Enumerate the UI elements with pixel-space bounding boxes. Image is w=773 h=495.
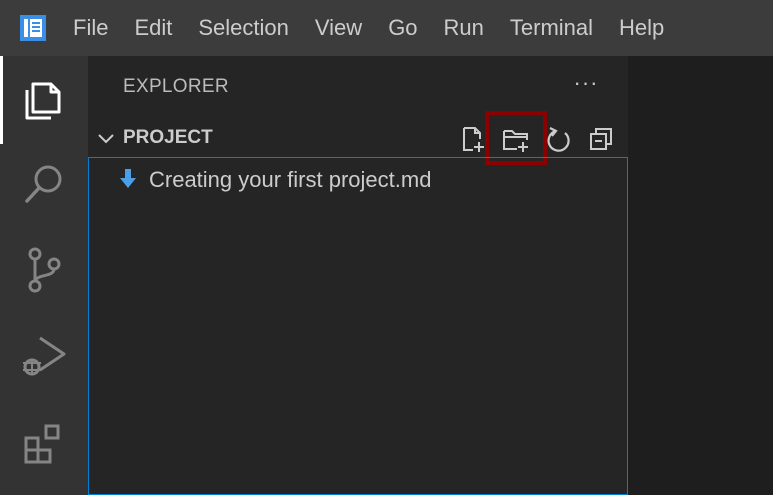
explorer-sidebar: EXPLORER ··· PROJECT Creating your first… — [88, 56, 628, 495]
section-title: PROJECT — [123, 127, 213, 148]
markdown-icon — [120, 169, 136, 188]
menu-file[interactable]: File — [60, 0, 121, 56]
file-tree[interactable]: Creating your first project.md — [88, 157, 628, 495]
activity-source-control[interactable] — [0, 226, 88, 314]
more-actions-button[interactable]: ··· — [568, 70, 604, 100]
menu-bar: File Edit Selection View Go Run Terminal… — [0, 0, 773, 56]
menu-go[interactable]: Go — [375, 0, 430, 56]
activity-extensions[interactable] — [0, 400, 88, 488]
menu-help[interactable]: Help — [606, 0, 677, 56]
menu-selection[interactable]: Selection — [185, 0, 302, 56]
file-item[interactable]: Creating your first project.md — [89, 164, 627, 196]
file-label: Creating your first project.md — [149, 167, 432, 192]
activity-explorer[interactable] — [0, 56, 88, 144]
source-control-icon — [28, 247, 61, 293]
collapse-all-icon — [590, 128, 612, 150]
run-debug-icon — [23, 336, 66, 376]
chevron-down-icon — [98, 134, 114, 144]
menu-edit[interactable]: Edit — [121, 0, 185, 56]
sidebar-title: EXPLORER — [123, 76, 229, 97]
refresh-button[interactable] — [542, 122, 576, 156]
menu-view[interactable]: View — [302, 0, 375, 56]
project-section-header[interactable]: PROJECT — [88, 122, 628, 156]
search-icon — [25, 165, 62, 203]
new-file-icon — [463, 127, 484, 152]
editor-window: File Edit Selection View Go Run Terminal… — [0, 0, 773, 495]
activity-bar — [0, 56, 88, 495]
collapse-all-button[interactable] — [584, 122, 618, 156]
extensions-icon — [24, 424, 60, 464]
menu-run[interactable]: Run — [431, 0, 497, 56]
activity-search[interactable] — [0, 140, 88, 228]
refresh-icon — [547, 127, 570, 152]
app-logo-icon[interactable] — [18, 13, 48, 43]
menu-terminal[interactable]: Terminal — [497, 0, 606, 56]
editor-area[interactable] — [628, 56, 773, 495]
files-icon — [25, 82, 61, 120]
activity-run-debug[interactable] — [0, 312, 88, 400]
